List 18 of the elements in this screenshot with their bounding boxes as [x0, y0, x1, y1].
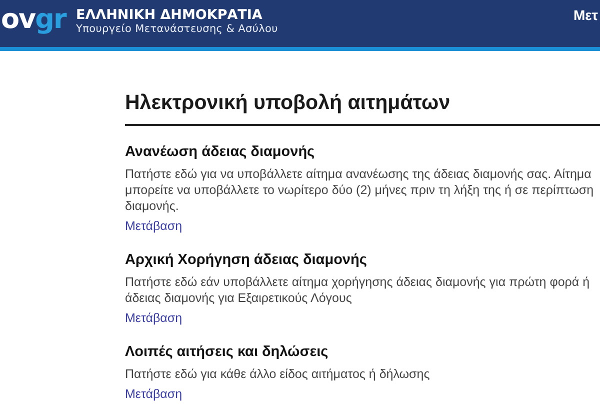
site-subtitle: Υπουργείο Μετανάστευσης & Ασύλου — [76, 22, 278, 34]
description-line: Πατήστε εδώ για κάθε άλλο είδος αιτήματος ή δήλωσης — [125, 366, 431, 382]
description-line: διαμονής. — [125, 198, 180, 214]
logo-text: ov — [1, 4, 36, 35]
menu-link[interactable]: Μετ — [573, 6, 598, 22]
section-title: Αρχική Χορήγηση άδειας διαμονής — [125, 252, 368, 269]
description-line: Πατήστε εδώ εάν υποβάλλετε αίτημα χορήγησης άδειας διαμονής για πρώτη φορά ή — [125, 274, 591, 290]
navigate-link[interactable]: Μετάβαση — [125, 311, 182, 326]
navigate-link[interactable]: Μετάβαση — [125, 219, 182, 234]
section-title: Ανανέωση άδειας διαμονής — [125, 144, 316, 161]
description-line: μπορείτε να υποβάλλετε το νωρίτερο δύο (2) μήνες πριν τη λήξη της ή σε περίπτωση — [125, 182, 595, 198]
page-title: Ηλεκτρονική υποβολή αιτημάτων — [125, 91, 600, 126]
navigate-link[interactable]: Μετάβαση — [125, 387, 182, 402]
description-line: Πατήστε εδώ για να υποβάλλετε αίτημα ανανέωσης της άδειας διαμονής σας. Αίτημα — [125, 166, 592, 182]
description-line: άδειας διαμονής για Εξαιρετικούς Λόγους — [125, 290, 353, 306]
logo-text: gr — [35, 4, 66, 35]
site-title: ΕΛΛΗΝΙΚΗ ΔΗΜΟΚΡΑΤΙΑ — [76, 6, 264, 22]
section-title: Λοιπές αιτήσεις και δηλώσεις — [125, 344, 330, 361]
